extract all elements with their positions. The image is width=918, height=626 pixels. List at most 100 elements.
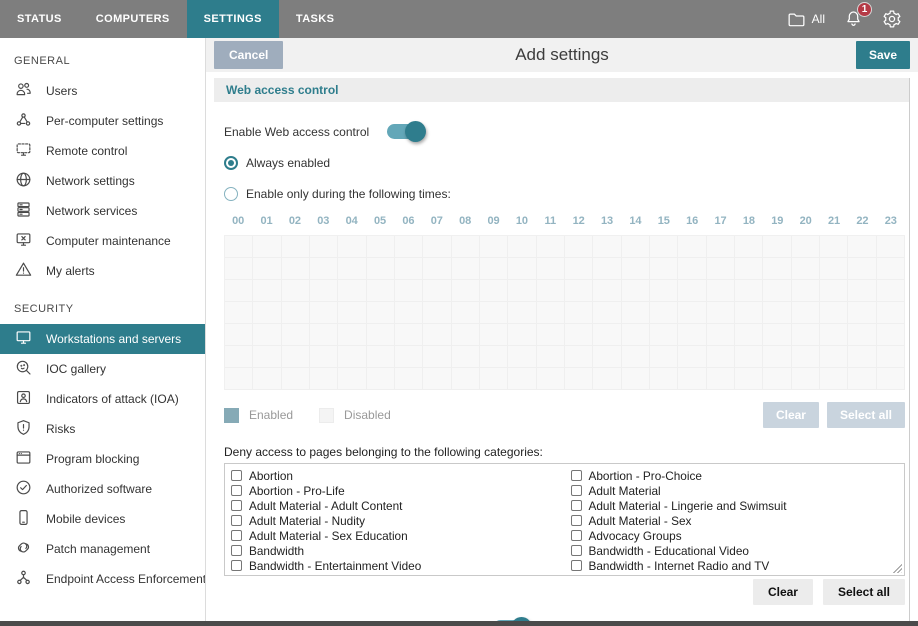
schedule-cell[interactable] [707,324,735,346]
schedule-cell[interactable] [395,258,423,280]
category-item-bandwidth-entertainment-video[interactable]: Bandwidth - Entertainment Video [231,558,565,573]
schedule-cell[interactable] [707,258,735,280]
schedule-cell[interactable] [650,302,678,324]
sidebar-item-network-settings[interactable]: Network settings [0,166,205,196]
schedule-cell[interactable] [225,302,253,324]
schedule-cell[interactable] [707,346,735,368]
category-checkbox[interactable] [571,545,582,556]
radio-always-enabled[interactable]: Always enabled [224,156,905,170]
schedule-cell[interactable] [877,236,905,258]
schedule-cell[interactable] [310,258,338,280]
schedule-cell[interactable] [282,368,310,390]
schedule-cell[interactable] [678,346,706,368]
schedule-cell[interactable] [622,258,650,280]
schedule-cell[interactable] [820,368,848,390]
save-button[interactable]: Save [856,41,910,69]
schedule-cell[interactable] [452,324,480,346]
schedule-cell[interactable] [423,302,451,324]
schedule-cell[interactable] [395,324,423,346]
schedule-cell[interactable] [282,280,310,302]
schedule-cell[interactable] [338,302,366,324]
sidebar-item-mobile-devices[interactable]: Mobile devices [0,504,205,534]
notifications-button[interactable]: 1 [844,9,863,29]
schedule-cell[interactable] [593,368,621,390]
schedule-cell[interactable] [395,346,423,368]
schedule-cell[interactable] [678,258,706,280]
schedule-cell[interactable] [338,368,366,390]
schedule-cell[interactable] [848,236,876,258]
schedule-cell[interactable] [225,280,253,302]
schedule-cell[interactable] [537,236,565,258]
schedule-cell[interactable] [225,324,253,346]
schedule-cell[interactable] [848,258,876,280]
schedule-cell[interactable] [678,302,706,324]
schedule-cell[interactable] [763,236,791,258]
schedule-cell[interactable] [622,280,650,302]
schedule-cell[interactable] [282,258,310,280]
category-checkbox[interactable] [571,470,582,481]
schedule-cell[interactable] [310,368,338,390]
categories-clear-button[interactable]: Clear [753,579,813,605]
schedule-cell[interactable] [622,236,650,258]
category-item-abortion[interactable]: Abortion [231,468,565,483]
schedule-cell[interactable] [763,346,791,368]
schedule-cell[interactable] [452,368,480,390]
schedule-cell[interactable] [310,346,338,368]
sidebar-item-network-services[interactable]: Network services [0,196,205,226]
schedule-cell[interactable] [707,368,735,390]
category-checkbox[interactable] [231,515,242,526]
sidebar-item-program-blocking[interactable]: Program blocking [0,444,205,474]
sidebar-item-workstations-and-servers[interactable]: Workstations and servers [0,324,205,354]
schedule-cell[interactable] [508,368,536,390]
category-checkbox[interactable] [231,470,242,481]
schedule-cell[interactable] [338,346,366,368]
schedule-cell[interactable] [792,258,820,280]
schedule-cell[interactable] [310,302,338,324]
schedule-cell[interactable] [452,302,480,324]
schedule-cell[interactable] [253,236,281,258]
schedule-cell[interactable] [480,280,508,302]
cancel-button[interactable]: Cancel [214,41,283,69]
radio-always-enabled-control[interactable] [224,156,238,170]
schedule-cell[interactable] [820,324,848,346]
schedule-cell[interactable] [763,280,791,302]
schedule-cell[interactable] [848,368,876,390]
enable-web-access-toggle[interactable] [387,124,424,139]
schedule-cell[interactable] [253,346,281,368]
schedule-cell[interactable] [650,258,678,280]
category-item-bandwidth[interactable]: Bandwidth [231,543,565,558]
category-item-bandwidth-educational-video[interactable]: Bandwidth - Educational Video [571,543,905,558]
schedule-cell[interactable] [480,302,508,324]
radio-enable-times[interactable]: Enable only during the following times: [224,187,905,201]
sidebar-item-risks[interactable]: Risks [0,414,205,444]
nav-tab-status[interactable]: STATUS [0,0,79,38]
schedule-cell[interactable] [508,346,536,368]
schedule-cell[interactable] [310,324,338,346]
schedule-cell[interactable] [423,236,451,258]
schedule-cell[interactable] [310,280,338,302]
category-checkbox[interactable] [571,485,582,496]
schedule-cell[interactable] [367,258,395,280]
schedule-cell[interactable] [480,324,508,346]
schedule-cell[interactable] [877,258,905,280]
category-checkbox[interactable] [231,560,242,571]
sidebar-item-computer-maintenance[interactable]: Computer maintenance [0,226,205,256]
schedule-cell[interactable] [650,324,678,346]
schedule-cell[interactable] [735,368,763,390]
category-item-adult-material-lingerie-and-swimsuit[interactable]: Adult Material - Lingerie and Swimsuit [571,498,905,513]
schedule-cell[interactable] [395,302,423,324]
schedule-cell[interactable] [735,346,763,368]
schedule-cell[interactable] [282,302,310,324]
sidebar-item-users[interactable]: Users [0,76,205,106]
schedule-cell[interactable] [338,258,366,280]
schedule-cell[interactable] [593,302,621,324]
schedule-cell[interactable] [848,346,876,368]
schedule-cell[interactable] [537,302,565,324]
schedule-cell[interactable] [225,368,253,390]
schedule-cell[interactable] [253,324,281,346]
radio-enable-times-control[interactable] [224,187,238,201]
sidebar-item-patch-management[interactable]: Patch management [0,534,205,564]
schedule-cell[interactable] [423,368,451,390]
schedule-cell[interactable] [537,324,565,346]
schedule-cell[interactable] [253,280,281,302]
